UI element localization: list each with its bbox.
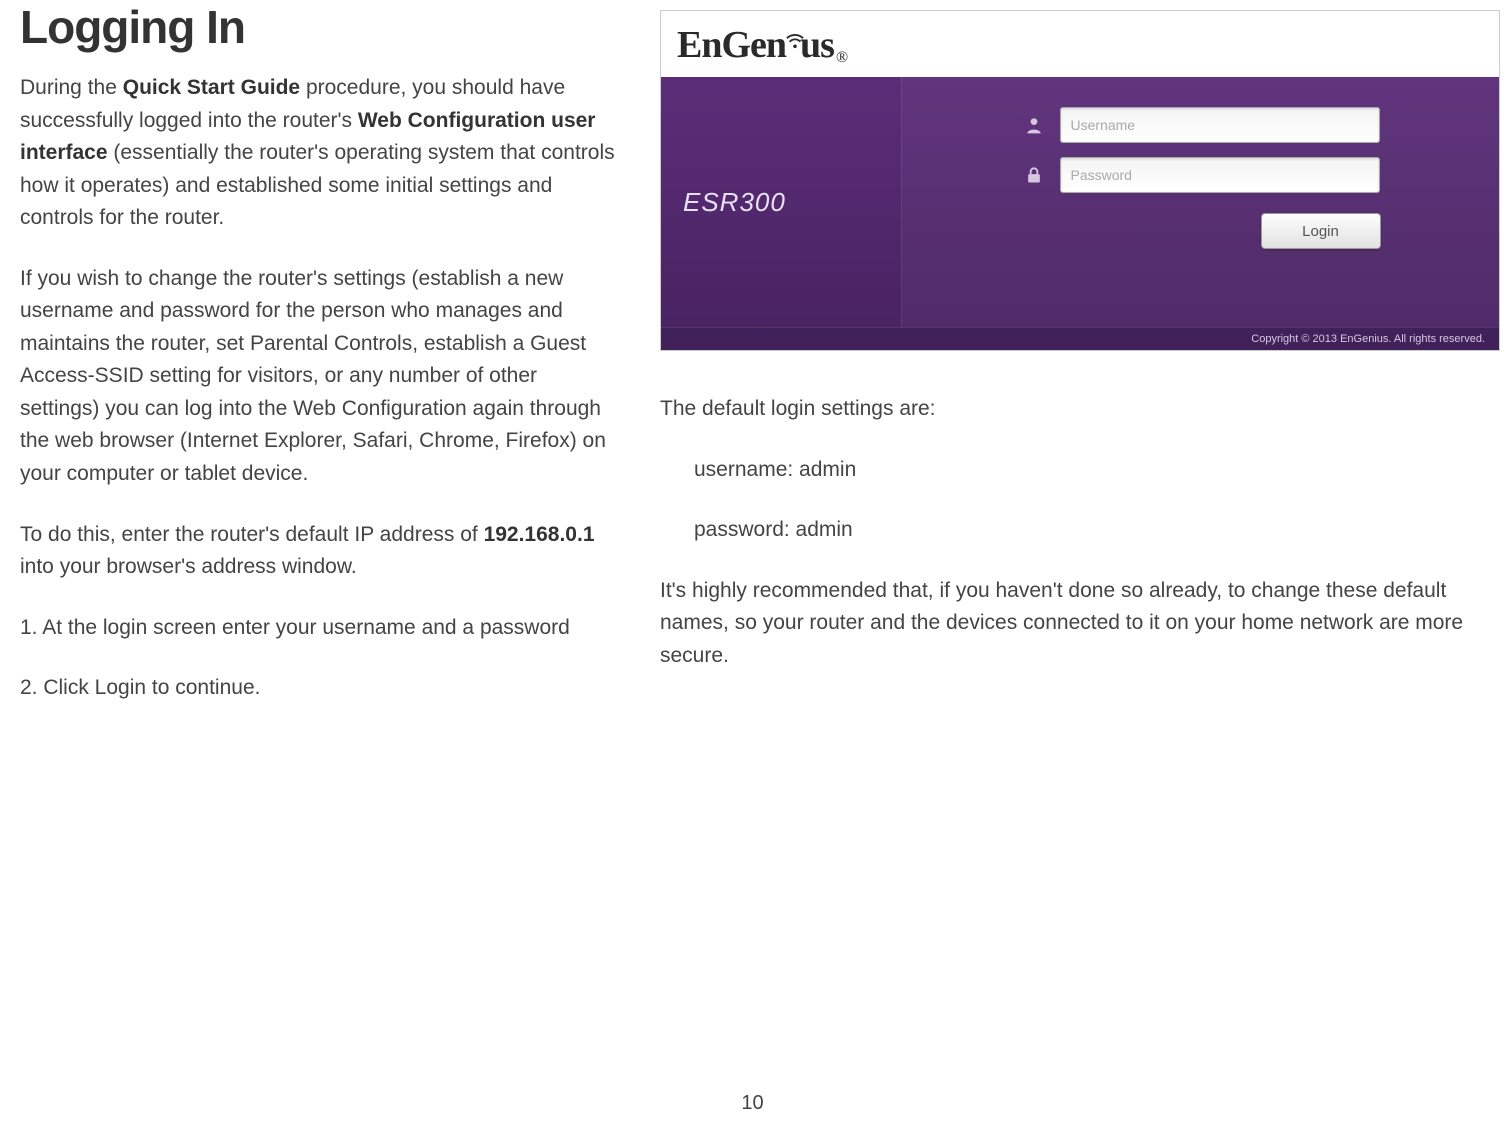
paragraph-2: If you wish to change the router's setti…	[20, 263, 620, 491]
login-body-left: ESR300	[661, 77, 901, 327]
recommendation: It's highly recommended that, if you hav…	[660, 575, 1500, 673]
brand-logo: EnGen us ®	[677, 23, 847, 67]
brand-text-post: us	[800, 23, 834, 67]
password-input[interactable]	[1060, 157, 1380, 193]
p1-pre: During the	[20, 76, 123, 99]
paragraph-3: To do this, enter the router's default I…	[20, 519, 620, 584]
p1-bold1: Quick Start Guide	[123, 76, 300, 99]
defaults-username: username: admin	[660, 454, 1500, 487]
step-1: 1. At the login screen enter your userna…	[20, 612, 620, 645]
step-2: 2. Click Login to continue.	[20, 672, 620, 705]
page-title: Logging In	[20, 0, 620, 54]
brand-registered: ®	[836, 49, 847, 67]
brand-text-pre: EnGen	[677, 23, 786, 67]
username-input[interactable]	[1060, 107, 1380, 143]
user-icon	[1022, 113, 1046, 137]
p1-post: (essentially the router's operating syst…	[20, 141, 615, 229]
model-label: ESR300	[683, 187, 786, 218]
username-row	[942, 107, 1459, 143]
defaults-password: password: admin	[660, 514, 1500, 547]
p3-ip: 192.168.0.1	[484, 523, 595, 546]
body-right: The default login settings are: username…	[660, 393, 1500, 672]
lock-icon	[1022, 163, 1046, 187]
login-header: EnGen us ®	[661, 11, 1499, 77]
login-footer: Copyright © 2013 EnGenius. All rights re…	[661, 327, 1499, 350]
wifi-icon	[786, 31, 804, 49]
login-body: ESR300	[661, 77, 1499, 327]
login-button-wrap: Login	[1021, 213, 1381, 249]
p3-post: into your browser's address window.	[20, 555, 357, 578]
password-row	[942, 157, 1459, 193]
defaults-intro: The default login settings are:	[660, 393, 1500, 426]
paragraph-1: During the Quick Start Guide procedure, …	[20, 72, 620, 235]
login-form: Login	[901, 77, 1499, 327]
p3-pre: To do this, enter the router's default I…	[20, 523, 484, 546]
login-button[interactable]: Login	[1261, 213, 1381, 249]
login-screenshot: EnGen us ® ESR300	[660, 10, 1500, 351]
body-left: During the Quick Start Guide procedure, …	[20, 72, 620, 705]
page-number: 10	[741, 1092, 763, 1115]
